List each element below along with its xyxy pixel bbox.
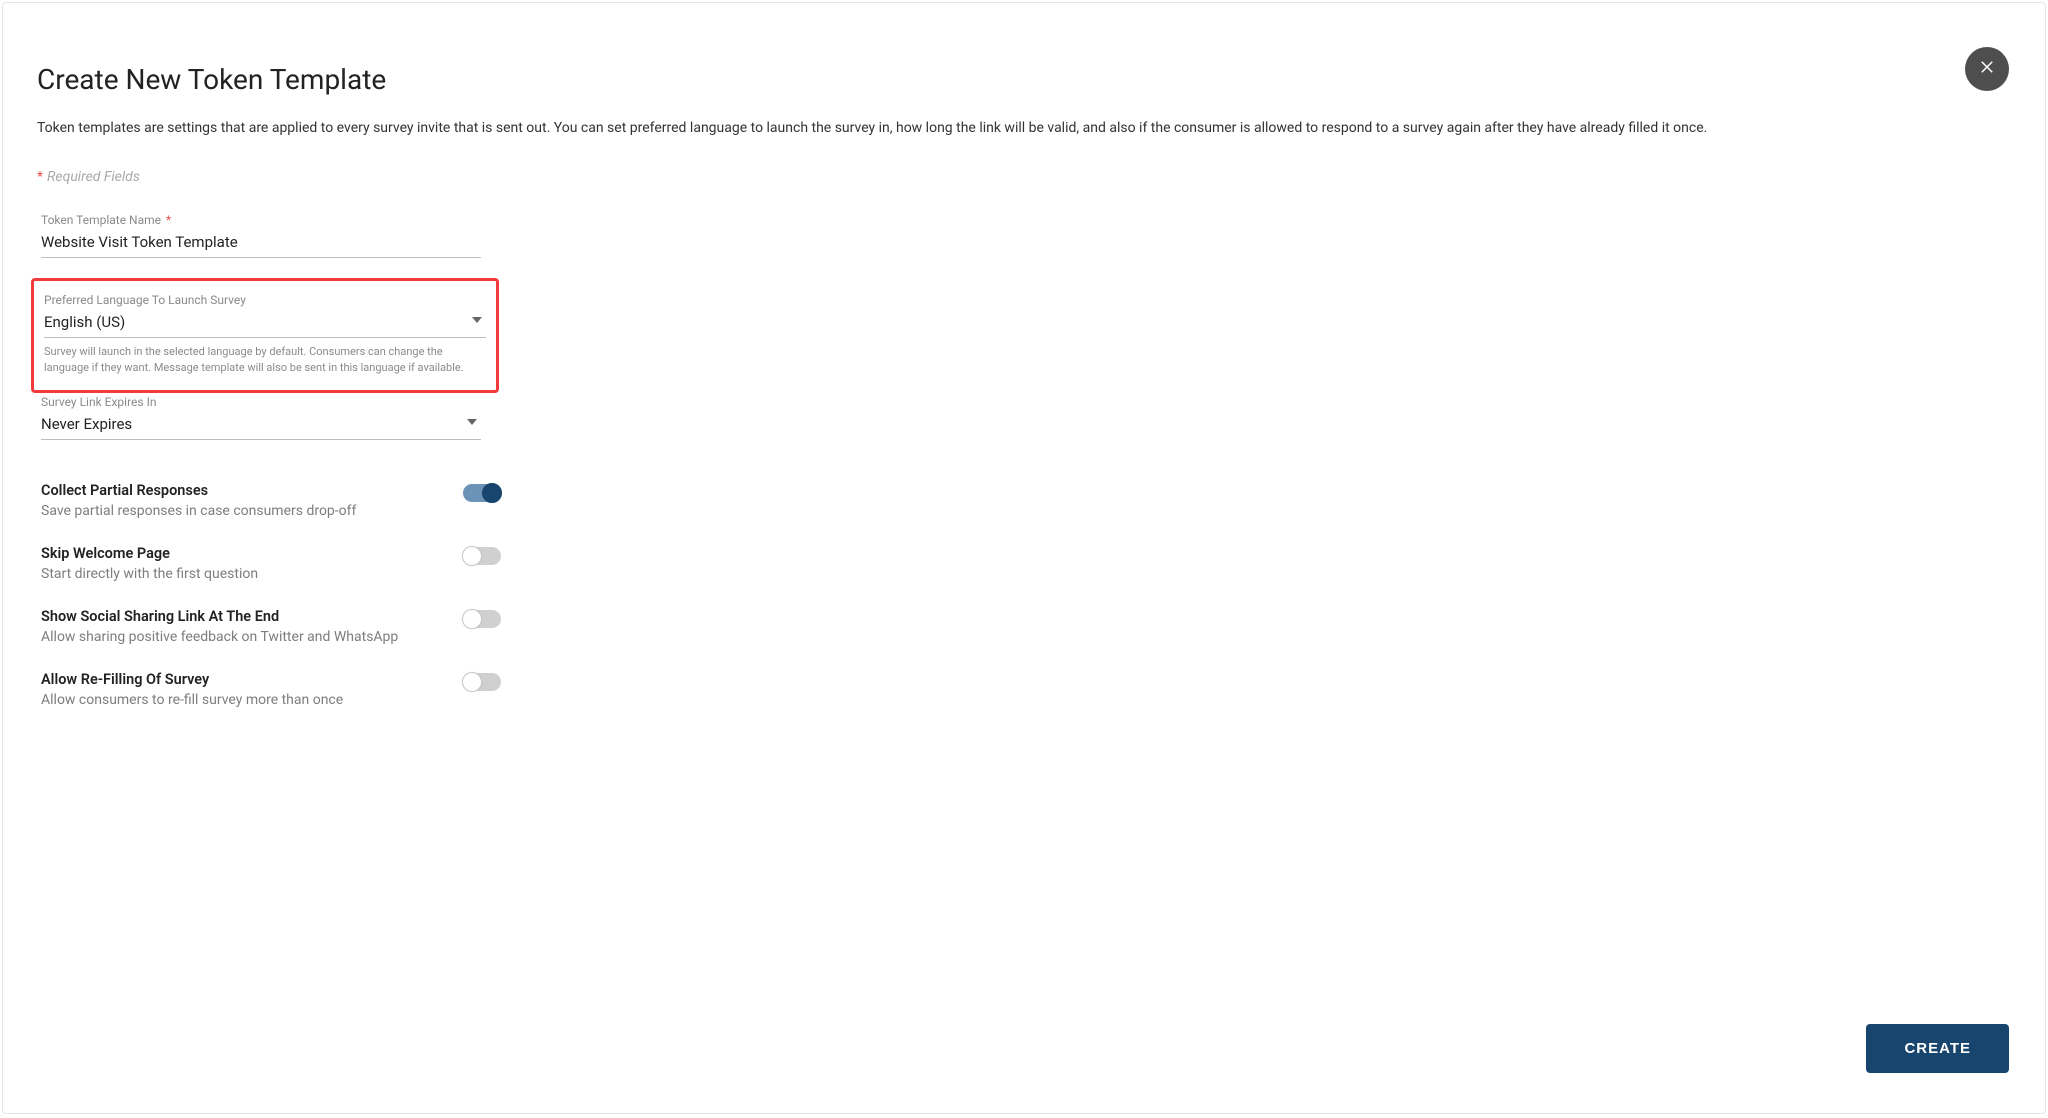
preferred-language-field: Preferred Language To Launch Survey Engl… (44, 293, 486, 376)
preferred-language-highlight: Preferred Language To Launch Survey Engl… (31, 278, 499, 393)
toggle-knob (462, 609, 482, 629)
close-icon (1978, 58, 1996, 80)
create-token-template-modal: Create New Token Template Token template… (2, 2, 2046, 1114)
token-name-field: Token Template Name * (41, 213, 481, 258)
skip-welcome-text: Skip Welcome Page Start directly with th… (41, 545, 258, 582)
show-social-title: Show Social Sharing Link At The End (41, 608, 398, 625)
required-star: * (37, 169, 43, 185)
allow-refill-title: Allow Re-Filling Of Survey (41, 671, 343, 688)
toggle-knob (462, 546, 482, 566)
preferred-language-label: Preferred Language To Launch Survey (44, 293, 486, 307)
create-button[interactable]: CREATE (1866, 1024, 2009, 1073)
survey-link-expiry-select[interactable]: Never Expires (41, 411, 481, 440)
show-social-text: Show Social Sharing Link At The End Allo… (41, 608, 398, 645)
show-social-toggle[interactable] (463, 610, 501, 628)
modal-description: Token templates are settings that are ap… (37, 118, 2011, 139)
allow-refill-toggle[interactable] (463, 673, 501, 691)
token-name-label-text: Token Template Name (41, 213, 161, 227)
close-button[interactable] (1965, 47, 2009, 91)
skip-welcome-row: Skip Welcome Page Start directly with th… (41, 545, 501, 582)
collect-partial-sub: Save partial responses in case consumers… (41, 503, 356, 519)
allow-refill-text: Allow Re-Filling Of Survey Allow consume… (41, 671, 343, 708)
show-social-row: Show Social Sharing Link At The End Allo… (41, 608, 501, 645)
toggle-list: Collect Partial Responses Save partial r… (41, 482, 2011, 708)
preferred-language-help: Survey will launch in the selected langu… (44, 344, 486, 376)
survey-link-expiry-label: Survey Link Expires In (41, 395, 481, 409)
required-star: * (166, 213, 171, 227)
skip-welcome-toggle[interactable] (463, 547, 501, 565)
collect-partial-toggle[interactable] (463, 484, 501, 502)
required-fields-text: Required Fields (47, 169, 140, 185)
modal-title: Create New Token Template (37, 63, 2011, 96)
survey-link-expiry-field: Survey Link Expires In Never Expires (41, 395, 481, 440)
survey-link-expiry-value: Never Expires (41, 411, 481, 440)
token-name-input[interactable] (41, 229, 481, 258)
preferred-language-value: English (US) (44, 309, 486, 338)
allow-refill-row: Allow Re-Filling Of Survey Allow consume… (41, 671, 501, 708)
skip-welcome-title: Skip Welcome Page (41, 545, 258, 562)
allow-refill-sub: Allow consumers to re-fill survey more t… (41, 692, 343, 708)
collect-partial-text: Collect Partial Responses Save partial r… (41, 482, 356, 519)
toggle-knob (482, 483, 502, 503)
collect-partial-title: Collect Partial Responses (41, 482, 356, 499)
collect-partial-row: Collect Partial Responses Save partial r… (41, 482, 501, 519)
chevron-down-icon (472, 317, 482, 323)
show-social-sub: Allow sharing positive feedback on Twitt… (41, 629, 398, 645)
preferred-language-select[interactable]: English (US) (44, 309, 486, 338)
skip-welcome-sub: Start directly with the first question (41, 566, 258, 582)
required-fields-note: *Required Fields (37, 169, 2011, 185)
token-name-label: Token Template Name * (41, 213, 481, 227)
toggle-knob (462, 672, 482, 692)
modal-content: Create New Token Template Token template… (3, 3, 2045, 708)
chevron-down-icon (467, 419, 477, 425)
